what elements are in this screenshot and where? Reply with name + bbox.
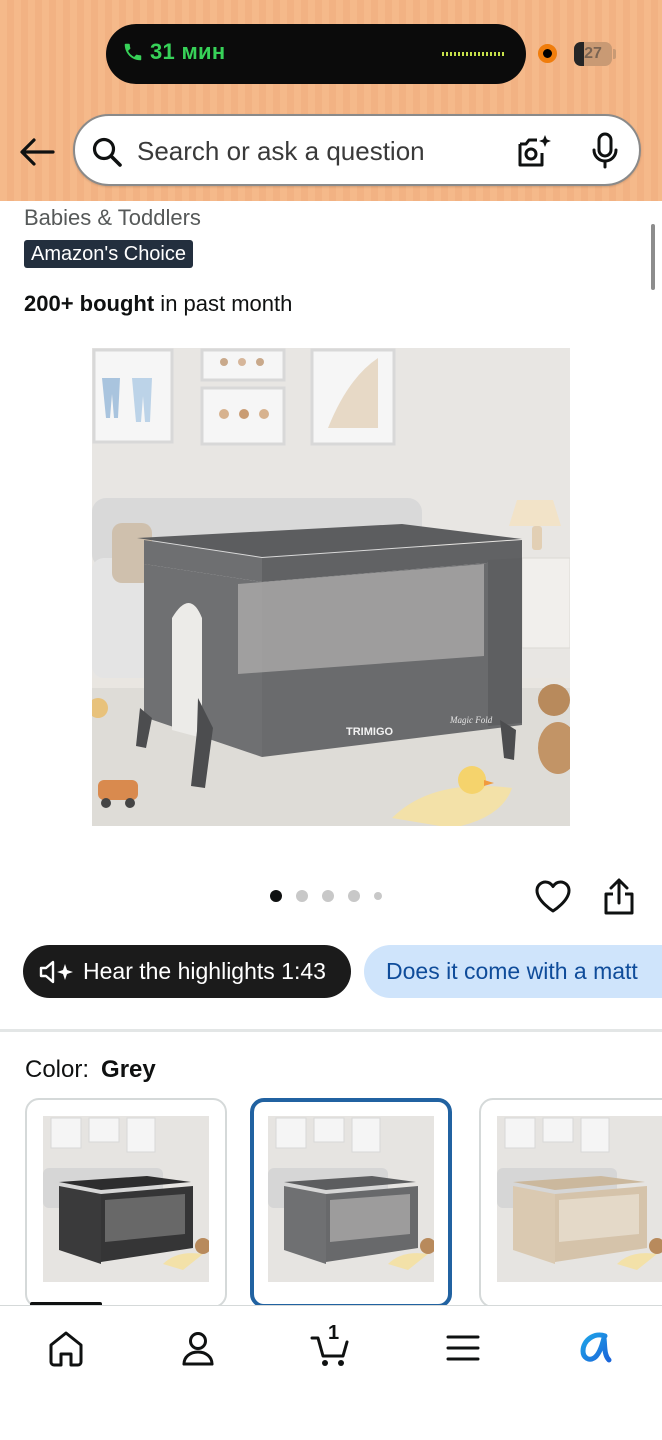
suggested-question-chip[interactable]: Does it come with a matt <box>364 945 662 998</box>
khaki-playard-thumbnail <box>497 1116 662 1282</box>
battery-percent: 27 <box>584 45 602 62</box>
heart-icon[interactable] <box>534 878 572 916</box>
color-option-grey[interactable] <box>250 1098 452 1308</box>
section-divider <box>0 1029 662 1032</box>
black-playard-thumbnail <box>43 1116 209 1282</box>
call-indicator[interactable]: 31 мин <box>122 39 225 65</box>
product-image[interactable]: TRIMIGO Magic Fold <box>92 348 570 826</box>
menu-icon <box>446 1335 480 1361</box>
carousel-dot[interactable] <box>348 890 360 902</box>
carousel-dot[interactable] <box>296 890 308 902</box>
call-duration: 31 мин <box>150 39 226 64</box>
playard-photo: TRIMIGO Magic Fold <box>92 348 570 826</box>
product-detail: Babies & Toddlers Amazon's Choice 200+ b… <box>0 0 662 1440</box>
scroll-indicator <box>651 224 655 290</box>
brand-logo-text: TRIMIGO <box>346 726 393 738</box>
app-header: 31 мин 27 <box>0 0 662 201</box>
account-icon <box>182 1332 214 1366</box>
bottom-navigation: 1 <box>0 1305 662 1440</box>
nav-rufus[interactable] <box>571 1324 619 1372</box>
rufus-icon <box>580 1332 612 1363</box>
amazons-choice-badge: Amazon's Choice <box>24 240 193 268</box>
microphone-icon[interactable] <box>590 132 620 170</box>
bought-count: 200+ bought in past month <box>24 291 292 317</box>
bought-count-rest: in past month <box>154 291 293 316</box>
back-button[interactable] <box>18 134 56 170</box>
brand-script-text: Magic Fold <box>449 715 493 725</box>
share-icon[interactable] <box>602 878 636 916</box>
phone-icon <box>124 43 142 61</box>
search-bar[interactable] <box>73 114 641 186</box>
back-arrow-icon <box>20 138 55 166</box>
recording-dot-icon <box>538 44 557 63</box>
camera-lens-icon[interactable] <box>515 132 553 170</box>
nav-menu[interactable] <box>439 1324 487 1372</box>
color-option-khaki[interactable] <box>479 1098 662 1308</box>
hear-highlights-label: Hear the highlights 1:43 <box>83 958 326 984</box>
color-option-black[interactable] <box>25 1098 227 1308</box>
carousel-dot[interactable] <box>322 890 334 902</box>
speaker-sparkle-icon <box>39 960 73 983</box>
nav-home[interactable] <box>42 1324 90 1372</box>
battery-nub <box>613 49 616 59</box>
carousel-dot-active[interactable] <box>270 890 282 902</box>
battery-icon: 27 <box>574 42 612 66</box>
color-selected-value: Grey <box>101 1056 156 1083</box>
search-icon <box>92 137 122 167</box>
breadcrumb[interactable]: Babies & Toddlers <box>24 205 201 231</box>
cart-count: 1 <box>328 1322 340 1344</box>
audio-waveform <box>442 52 506 56</box>
home-icon <box>49 1331 83 1367</box>
nav-cart[interactable]: 1 <box>306 1322 354 1372</box>
grey-playard-thumbnail <box>268 1116 434 1282</box>
nav-account[interactable] <box>174 1324 222 1372</box>
search-input[interactable] <box>137 132 477 170</box>
bought-count-strong: 200+ bought <box>24 291 155 316</box>
color-selector-label: Color: Grey <box>25 1056 156 1084</box>
image-carousel-dots[interactable] <box>270 890 382 902</box>
color-label: Color: <box>25 1056 90 1083</box>
hear-highlights-button[interactable]: Hear the highlights 1:43 <box>23 945 351 998</box>
dynamic-island[interactable]: 31 мин <box>106 24 526 84</box>
carousel-dot[interactable] <box>374 892 382 900</box>
